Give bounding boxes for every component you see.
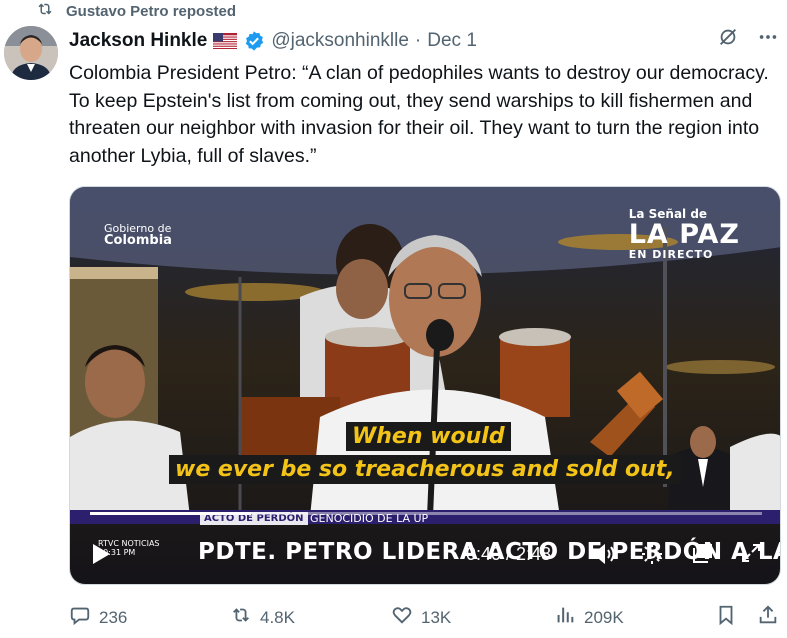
avatar[interactable]	[4, 26, 58, 80]
bookmark-icon	[715, 604, 737, 631]
heart-icon	[391, 604, 413, 631]
video-progress-bar[interactable]	[90, 512, 762, 515]
play-icon[interactable]	[90, 542, 112, 566]
channel-logo: La Señal de LA PAZ EN DIRECTO	[629, 207, 740, 261]
reply-icon	[69, 604, 91, 631]
analytics-bar-icon	[554, 604, 576, 631]
retweet-icon	[230, 604, 252, 631]
video-time: 0:40 / 2:48	[466, 544, 552, 564]
reply-count: 236	[99, 607, 128, 627]
repost-icon	[36, 0, 54, 22]
repost-indicator[interactable]: Gustavo Petro reposted	[36, 0, 236, 22]
repost-count: 4.8K	[260, 607, 295, 627]
tweet-header: Jackson Hinkle @jacksonhinklle · Dec 1	[69, 28, 477, 54]
video-player[interactable]: Gobierno de Colombia La Señal de LA PAZ …	[69, 186, 781, 585]
tweet-text: Colombia President Petro: “A clan of ped…	[69, 62, 769, 167]
volume-icon[interactable]	[590, 542, 616, 566]
bookmark-button[interactable]	[715, 604, 737, 631]
author-name[interactable]: Jackson Hinkle	[69, 30, 207, 52]
reply-button[interactable]: 236	[69, 604, 127, 631]
video-controls: 0:40 / 2:48	[70, 534, 780, 578]
tweet-top-actions	[717, 26, 779, 53]
video-progress-fill	[90, 512, 252, 515]
like-button[interactable]: 13K	[391, 604, 451, 631]
gov-logo-line2: Colombia	[104, 233, 172, 248]
share-button[interactable]	[757, 604, 779, 631]
channel-brand: LA PAZ	[628, 219, 740, 250]
verified-badge-icon[interactable]	[243, 30, 265, 52]
subtitle-line-1: When would	[346, 422, 511, 451]
author-handle[interactable]: @jacksonhinklle	[271, 30, 409, 52]
separator-dot: ·	[414, 30, 422, 51]
more-options-icon[interactable]	[757, 26, 779, 53]
fullscreen-icon[interactable]	[740, 542, 762, 564]
us-flag-icon	[213, 33, 238, 49]
grok-icon[interactable]	[717, 26, 739, 53]
views-count: 209K	[584, 607, 624, 627]
picture-in-picture-icon[interactable]	[690, 542, 714, 566]
repost-button[interactable]: 4.8K	[230, 604, 295, 631]
engagement-bar: 236 4.8K 13K 209K	[69, 600, 781, 630]
settings-gear-icon[interactable]	[640, 542, 664, 566]
government-logo: Gobierno de Colombia	[104, 223, 172, 248]
like-count: 13K	[421, 607, 452, 627]
subtitle-line-2: we ever be so treacherous and sold out,	[169, 455, 681, 484]
views-button[interactable]: 209K	[554, 604, 624, 631]
tweet-date[interactable]: Dec 1	[427, 30, 477, 52]
share-icon	[757, 604, 779, 631]
repost-label: Gustavo Petro reposted	[66, 2, 237, 20]
